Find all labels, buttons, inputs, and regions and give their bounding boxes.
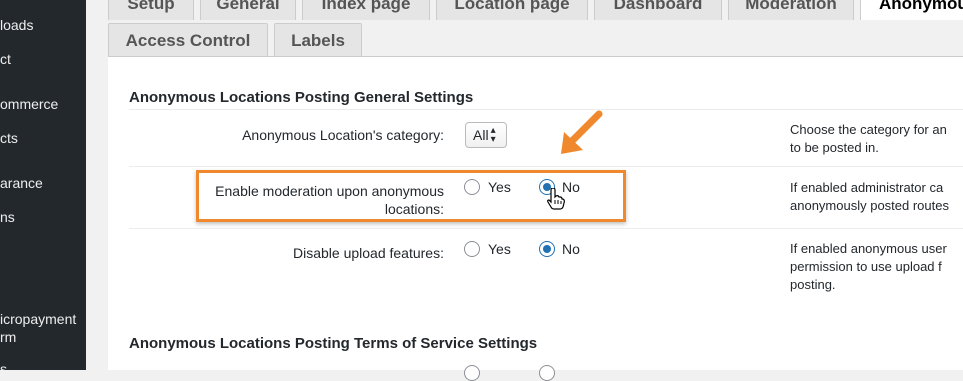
section-title-terms: Anonymous Locations Posting Terms of Ser… [129, 335, 538, 352]
category-description: Choose the category for an to be posted … [790, 121, 947, 157]
tab-label: Location page [454, 0, 570, 13]
sidebar-item-settings[interactable]: s [0, 360, 7, 370]
description-line: anonymously posted routes [790, 198, 949, 213]
sidebar-item-micropayment-line2: rm [0, 329, 17, 345]
tab-label: Anonymou [879, 0, 963, 13]
category-select[interactable]: All ▴ ▾ [465, 122, 507, 148]
admin-sidebar: loads ct ommerce cts arance ns icropayme… [0, 0, 86, 370]
description-line: If enabled anonymous user [790, 241, 947, 256]
terms-no-radio[interactable] [539, 365, 555, 381]
select-arrows-icon: ▴ ▾ [490, 125, 496, 145]
hand-cursor-icon [547, 188, 565, 210]
divider [129, 228, 963, 229]
tab-label: Index page [321, 0, 411, 13]
upload-yes-radio[interactable] [464, 241, 480, 257]
tab-anonymous[interactable]: Anonymou [860, 0, 963, 20]
description-line: Choose the category for an [790, 122, 947, 137]
sidebar-item-plugins[interactable]: ns [0, 208, 15, 226]
tab-location-page[interactable]: Location page [436, 0, 588, 20]
upload-description: If enabled anonymous user permission to … [790, 240, 947, 294]
moderation-description: If enabled administrator ca anonymously … [790, 179, 949, 215]
description-line: permission to use upload f [790, 259, 942, 274]
sidebar-item-contact[interactable]: ct [0, 50, 11, 68]
tab-label: Setup [127, 0, 175, 13]
sidebar-item-appearance[interactable]: arance [0, 174, 43, 192]
tab-label: Moderation [745, 0, 837, 13]
sidebar-item-woocommerce[interactable]: ommerce [0, 95, 58, 113]
section-title-general: Anonymous Locations Posting General Sett… [129, 89, 474, 106]
terms-yes-radio[interactable] [464, 365, 480, 381]
sidebar-item-downloads[interactable]: loads [0, 16, 33, 34]
sidebar-item-products[interactable]: cts [0, 129, 18, 147]
upload-no-radio[interactable] [539, 241, 555, 257]
tab-access-control[interactable]: Access Control [108, 23, 268, 57]
tab-label: General [216, 0, 280, 13]
category-label: Anonymous Location's category: [242, 127, 444, 143]
description-line: to be posted in. [790, 140, 879, 155]
category-select-value: All [473, 127, 489, 143]
tab-setup[interactable]: Setup [108, 0, 194, 20]
upload-yes-label[interactable]: Yes [488, 241, 511, 257]
sidebar-item-micropayment[interactable]: icropayment [0, 310, 76, 328]
tab-label: Dashboard [613, 0, 703, 13]
tab-label: Labels [291, 30, 345, 50]
divider [129, 166, 963, 167]
tab-general[interactable]: General [200, 0, 296, 20]
upload-no-label[interactable]: No [562, 241, 580, 257]
annotation-arrow-icon [561, 110, 603, 154]
tab-label: Access Control [125, 30, 251, 50]
description-line: If enabled administrator ca [790, 180, 944, 195]
tab-labels[interactable]: Labels [274, 23, 362, 57]
tab-moderation[interactable]: Moderation [728, 0, 854, 20]
divider [129, 109, 963, 110]
tab-index-page[interactable]: Index page [302, 0, 430, 20]
tab-dashboard[interactable]: Dashboard [594, 0, 722, 20]
upload-label: Disable upload features: [293, 245, 444, 261]
description-line: posting. [790, 277, 836, 292]
